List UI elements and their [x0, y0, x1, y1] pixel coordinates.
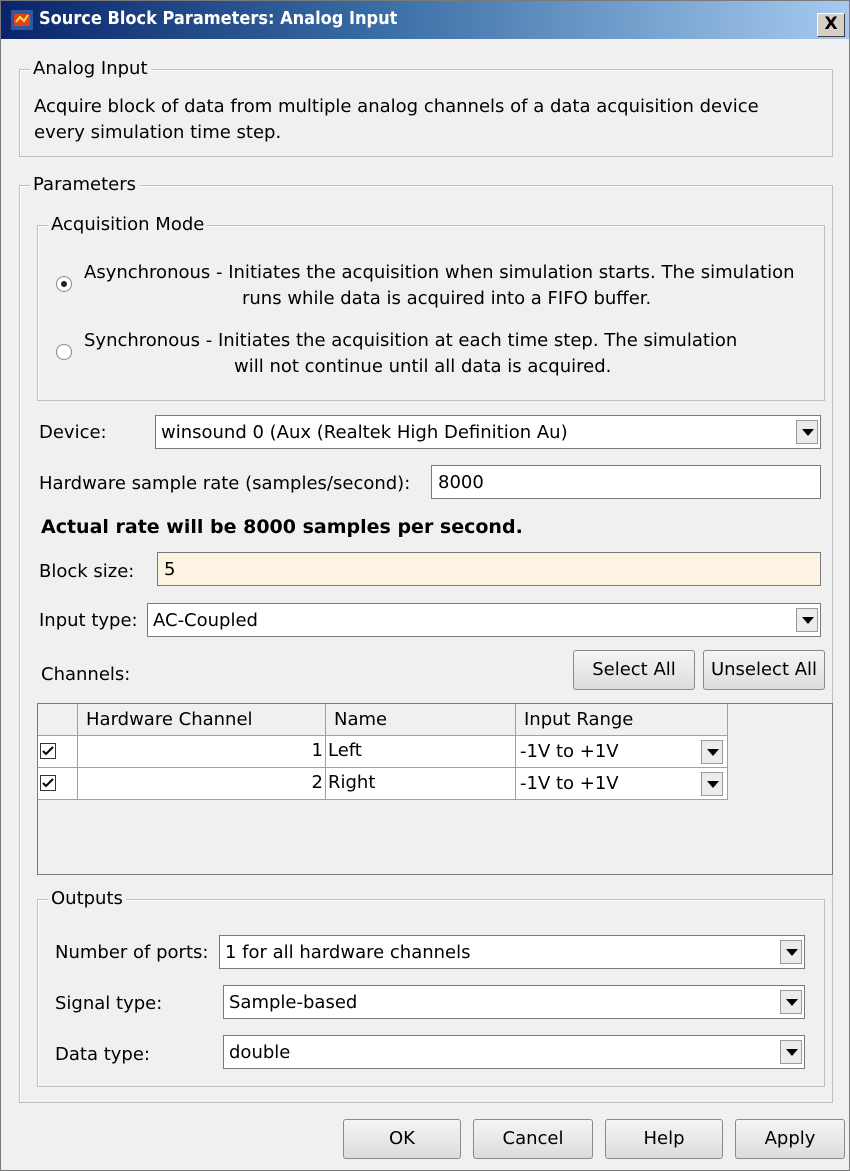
title-bar[interactable]: Source Block Parameters: Analog Input X	[1, 1, 849, 39]
num-ports-dropdown[interactable]: 1 for all hardware channels	[219, 935, 805, 969]
acquisition-mode-group: Acquisition Mode Asynchronous - Initiate…	[37, 214, 825, 401]
select-all-button[interactable]: Select All	[573, 650, 695, 690]
chevron-down-icon[interactable]	[796, 608, 818, 632]
sample-rate-field[interactable]: 8000	[431, 465, 821, 499]
signal-type-dropdown[interactable]: Sample-based	[223, 985, 805, 1019]
asynchronous-radio[interactable]	[56, 276, 72, 292]
device-label: Device:	[39, 422, 107, 443]
table-row-2-input-range-cell: -1V to +1V	[516, 768, 728, 800]
device-dropdown[interactable]: winsound 0 (Aux (Realtek High Definition…	[155, 415, 821, 449]
signal-type-value: Sample-based	[229, 992, 358, 1013]
actual-rate-text: Actual rate will be 8000 samples per sec…	[41, 516, 523, 538]
channel-2-input-range-dropdown[interactable]: -1V to +1V	[518, 770, 725, 798]
table-row-1-input-range-cell: -1V to +1V	[516, 736, 728, 768]
check-icon	[42, 778, 54, 788]
table-row-1-check-cell	[38, 736, 78, 768]
dialog-window: Source Block Parameters: Analog Input X …	[0, 0, 850, 1171]
channel-2-input-range-value: -1V to +1V	[520, 773, 619, 794]
synchronous-radio[interactable]	[56, 344, 72, 360]
apply-button[interactable]: Apply	[735, 1119, 845, 1159]
num-ports-label: Number of ports:	[55, 942, 209, 963]
block-size-value: 5	[164, 559, 176, 580]
chevron-down-icon[interactable]	[780, 1040, 802, 1064]
channels-label: Channels:	[41, 664, 131, 685]
input-type-value: AC-Coupled	[153, 610, 258, 631]
block-size-label: Block size:	[39, 561, 135, 582]
acquisition-mode-label: Acquisition Mode	[48, 214, 208, 235]
device-value: winsound 0 (Aux (Realtek High Definition…	[161, 422, 568, 443]
description-group-label: Analog Input	[30, 58, 151, 79]
synchronous-text-line-1: Synchronous - Initiates the acquisition …	[84, 330, 738, 351]
table-header-check	[38, 704, 78, 736]
table-header-hardware-channel[interactable]: Hardware Channel	[78, 704, 326, 736]
unselect-all-button[interactable]: Unselect All	[703, 650, 825, 690]
window-title: Source Block Parameters: Analog Input	[39, 8, 398, 29]
description-line-2: every simulation time step.	[34, 122, 282, 143]
data-type-label: Data type:	[55, 1044, 150, 1065]
data-type-dropdown[interactable]: double	[223, 1035, 805, 1069]
simulink-block-icon	[11, 10, 33, 30]
chevron-down-icon[interactable]	[796, 420, 818, 444]
table-header-name[interactable]: Name	[326, 704, 516, 736]
chevron-down-icon[interactable]	[780, 940, 802, 964]
asynchronous-text-line-1: Asynchronous - Initiates the acquisition…	[84, 262, 795, 283]
data-type-value: double	[229, 1042, 291, 1063]
channel-2-checkbox[interactable]	[40, 775, 56, 791]
chevron-down-icon[interactable]	[780, 990, 802, 1014]
ok-button[interactable]: OK	[343, 1119, 461, 1159]
description-group: Analog Input Acquire block of data from …	[19, 58, 833, 157]
table-row-1-hardware-channel[interactable]: 1	[78, 736, 326, 768]
table-header-input-range[interactable]: Input Range	[516, 704, 728, 736]
help-button[interactable]: Help	[605, 1119, 723, 1159]
table-row-2-name[interactable]: Right	[326, 768, 516, 800]
asynchronous-text-line-2: runs while data is acquired into a FIFO …	[242, 288, 652, 309]
parameters-group-label: Parameters	[30, 174, 140, 195]
signal-type-label: Signal type:	[55, 993, 163, 1014]
synchronous-text-line-2: will not continue until all data is acqu…	[234, 356, 612, 377]
chevron-down-icon[interactable]	[701, 740, 723, 764]
cancel-button[interactable]: Cancel	[473, 1119, 593, 1159]
table-row-2-check-cell	[38, 768, 78, 800]
check-icon	[42, 746, 54, 756]
input-type-label: Input type:	[39, 610, 138, 631]
channel-1-input-range-value: -1V to +1V	[520, 741, 619, 762]
channel-1-checkbox[interactable]	[40, 743, 56, 759]
block-size-field[interactable]: 5	[157, 552, 821, 586]
chevron-down-icon[interactable]	[701, 772, 723, 796]
sample-rate-value: 8000	[438, 472, 484, 493]
table-row-2-hardware-channel[interactable]: 2	[78, 768, 326, 800]
channel-1-input-range-dropdown[interactable]: -1V to +1V	[518, 738, 725, 766]
sample-rate-label: Hardware sample rate (samples/second):	[39, 473, 411, 494]
outputs-group-label: Outputs	[48, 888, 126, 909]
input-type-dropdown[interactable]: AC-Coupled	[147, 603, 821, 637]
channels-table: Hardware Channel Name Input Range 1 Left…	[37, 703, 833, 875]
table-row-1-name[interactable]: Left	[326, 736, 516, 768]
close-button[interactable]: X	[817, 13, 845, 37]
description-line-1: Acquire block of data from multiple anal…	[34, 96, 759, 117]
num-ports-value: 1 for all hardware channels	[225, 942, 471, 963]
